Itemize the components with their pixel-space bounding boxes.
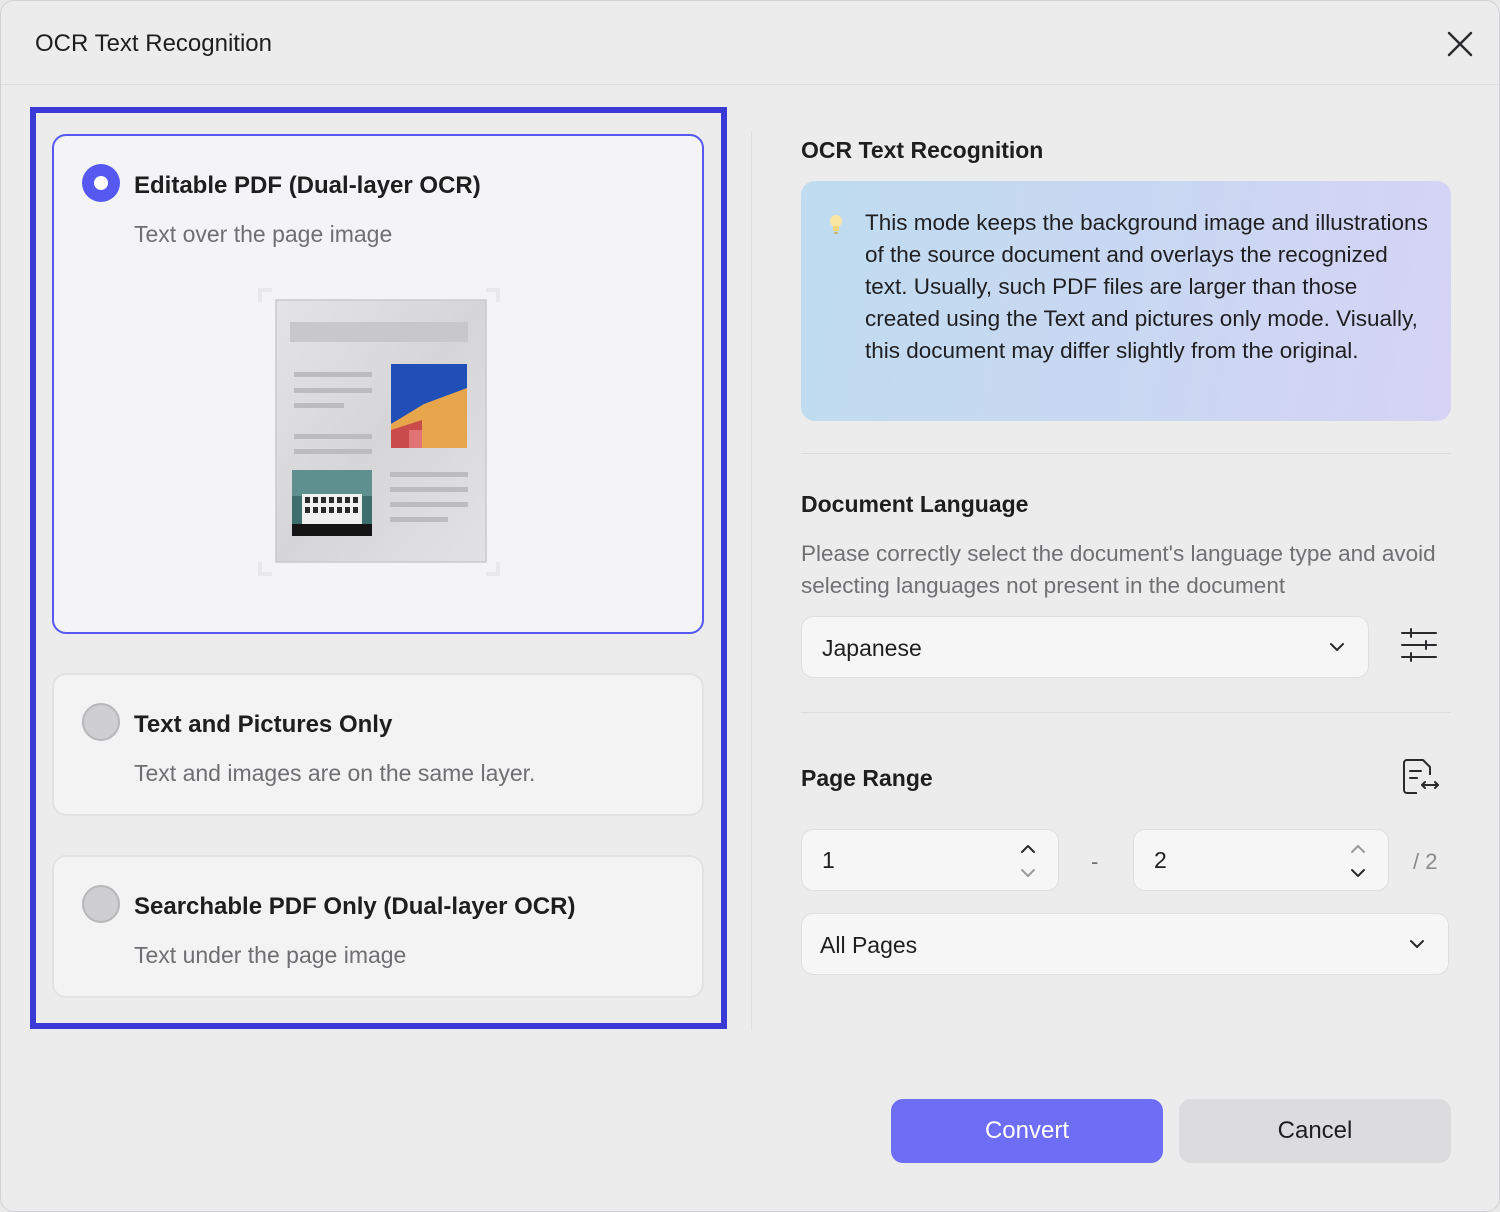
lightbulb-icon [830, 215, 842, 234]
mode-option-text-and-pictures[interactable]: Text and Pictures Only Text and images a… [52, 673, 704, 816]
mode-option-title: Text and Pictures Only [134, 711, 393, 738]
chevron-down-icon [1330, 643, 1344, 651]
radio-button[interactable] [82, 885, 120, 923]
mode-option-title: Editable PDF (Dual-layer OCR) [134, 172, 481, 199]
chevron-down-icon [1410, 940, 1424, 948]
section-divider [801, 453, 1451, 454]
page-total: / 2 [1413, 849, 1438, 874]
mode-option-description: Text under the page image [134, 942, 407, 968]
mode-option-description: Text over the page image [134, 221, 393, 247]
mode-options-panel: Editable PDF (Dual-layer OCR) Text over … [30, 107, 727, 1029]
mode-info-text: This mode keeps the background image and… [865, 210, 1428, 363]
language-dropdown-value: Japanese [822, 635, 922, 661]
page-range-from-input[interactable] [801, 829, 1059, 891]
page-range-dropdown[interactable]: All Pages [801, 913, 1449, 975]
ocr-dialog: OCR Text Recognition Editable PDF (Dual-… [0, 0, 1500, 1212]
mode-option-description: Text and images are on the same layer. [134, 760, 536, 786]
page-range-to-input[interactable] [1133, 829, 1389, 891]
radio-button[interactable] [82, 703, 120, 741]
mode-option-searchable-pdf[interactable]: Searchable PDF Only (Dual-layer OCR) Tex… [52, 855, 704, 998]
close-icon[interactable] [1441, 25, 1479, 63]
sliders-icon[interactable] [1399, 625, 1439, 665]
radio-button-selected[interactable] [82, 164, 120, 202]
convert-button[interactable]: Convert [891, 1099, 1163, 1163]
panel-divider [751, 131, 752, 1031]
stepper-arrows-icon[interactable] [1348, 842, 1368, 880]
mode-info-box: This mode keeps the background image and… [801, 181, 1451, 421]
language-hint: Please correctly select the document's l… [801, 541, 1436, 598]
page-to-field[interactable] [1154, 844, 1304, 876]
cancel-button[interactable]: Cancel [1179, 1099, 1451, 1163]
dialog-title: OCR Text Recognition [35, 30, 272, 57]
language-section-heading: Document Language [801, 491, 1029, 517]
document-preview-image [258, 288, 500, 576]
page-range-heading: Page Range [801, 765, 933, 791]
section-divider [801, 712, 1451, 713]
stepper-arrows-icon[interactable] [1018, 842, 1038, 880]
ocr-section-heading: OCR Text Recognition [801, 137, 1044, 163]
page-swap-icon[interactable] [1401, 757, 1441, 797]
mode-option-editable-pdf[interactable]: Editable PDF (Dual-layer OCR) Text over … [52, 134, 704, 634]
page-range-dropdown-value: All Pages [820, 932, 918, 958]
page-from-field[interactable] [822, 844, 972, 876]
mode-option-title: Searchable PDF Only (Dual-layer OCR) [134, 893, 576, 920]
range-separator: - [1091, 849, 1099, 874]
title-bar: OCR Text Recognition [1, 1, 1499, 85]
language-dropdown[interactable]: Japanese [801, 616, 1369, 678]
